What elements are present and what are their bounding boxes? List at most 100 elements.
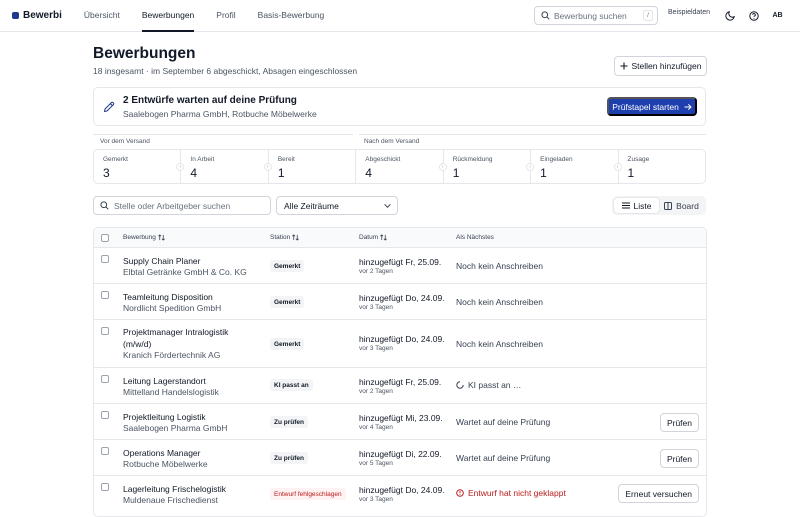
search-icon <box>100 201 109 210</box>
row-checkbox[interactable] <box>101 375 109 383</box>
start-review-button[interactable]: Prüfstapel starten <box>607 97 697 116</box>
row-checkbox[interactable] <box>101 483 109 491</box>
station-badge: Gemerkt <box>270 296 305 308</box>
row-checkbox[interactable] <box>101 327 109 335</box>
job-title[interactable]: Projektleitung Logistik <box>123 411 258 423</box>
table-row[interactable]: Supply Chain Planer Elbtal Getränke GmbH… <box>94 248 706 284</box>
stat-saved[interactable]: Gemerkt 3 › <box>94 150 185 183</box>
stat-value: 4 <box>190 166 198 180</box>
nav-link-profile[interactable]: Profil <box>216 0 235 32</box>
stat-offer[interactable]: Zusage 1 <box>619 150 705 183</box>
loading-spinner-icon <box>456 381 464 389</box>
next-step-text: Entwurf hat nicht geklappt <box>468 488 566 498</box>
table-row[interactable]: Teamleitung Disposition Nordlicht Spedit… <box>94 284 706 320</box>
row-checkbox[interactable] <box>101 291 109 299</box>
next-step: Noch kein Anschreiben <box>456 297 543 307</box>
station-badge: KI passt an <box>270 379 313 391</box>
next-step: Wartet auf deine Prüfung <box>456 453 550 463</box>
chevron-right-icon: › <box>438 163 447 171</box>
job-title[interactable]: Lagerleitung Frischelogistik <box>123 483 258 495</box>
column-header-date[interactable]: Datum <box>359 234 387 241</box>
sort-icon <box>292 234 300 241</box>
added-date: hinzugefügt Do, 24.09. <box>359 334 445 344</box>
stat-value: 1 <box>540 166 547 180</box>
list-icon <box>621 202 630 209</box>
logo[interactable]: Bewerbi <box>12 10 62 21</box>
added-ago: vor 3 Tagen <box>359 304 393 311</box>
stat-in-progress[interactable]: In Arbeit 4 › <box>181 150 272 183</box>
chevron-down-icon <box>384 203 391 209</box>
applications-table: Bewerbung Station Datum Als Nächstes Sup… <box>93 227 707 517</box>
sample-data-button[interactable]: Beispieldaten <box>668 9 710 16</box>
added-ago: vor 3 Tagen <box>359 345 393 352</box>
view-list-option[interactable]: Liste <box>614 198 659 213</box>
column-header-job[interactable]: Bewerbung <box>123 234 165 241</box>
table-header: Bewerbung Station Datum Als Nächstes <box>94 228 706 248</box>
added-date: hinzugefügt Do, 24.09. <box>359 485 445 495</box>
job-title[interactable]: Teamleitung Disposition <box>123 291 258 303</box>
column-header-job-label: Bewerbung <box>123 234 156 241</box>
added-ago: vor 2 Tagen <box>359 388 393 395</box>
table-row[interactable]: Projektmanager Intralogistik (m/w/d) Kra… <box>94 320 706 368</box>
row-checkbox[interactable] <box>101 447 109 455</box>
stat-ready[interactable]: Bereit 1 <box>269 150 357 183</box>
arrow-right-icon <box>684 103 692 110</box>
next-step: Noch kein Anschreiben <box>456 261 543 271</box>
logo-text: Bewerbi <box>23 10 62 21</box>
table-row[interactable]: Operations Manager Rotbuche Möbelwerke Z… <box>94 440 706 476</box>
added-ago: vor 2 Tagen <box>359 268 393 275</box>
added-date: hinzugefügt Fr, 25.09. <box>359 257 442 267</box>
help-icon[interactable] <box>747 9 760 22</box>
next-step-text: Noch kein Anschreiben <box>456 261 543 271</box>
nav-link-applications[interactable]: Bewerbungen <box>141 0 195 32</box>
sort-icon <box>158 234 165 241</box>
station-badge: Zu prüfen <box>270 416 308 428</box>
nav-link-base-application[interactable]: Basis-Bewerbung <box>258 0 325 32</box>
stat-label: Bereit <box>277 156 295 163</box>
job-title[interactable]: Leitung Lagerstandort <box>123 375 258 387</box>
group-divider-after <box>359 134 706 135</box>
nav-link-overview[interactable]: Übersicht <box>84 0 120 32</box>
table-row[interactable]: Leitung Lagerstandort Mittelland Handels… <box>94 368 706 404</box>
row-checkbox[interactable] <box>101 411 109 419</box>
stat-invited[interactable]: Eingeladen 1 › <box>531 150 622 183</box>
period-select[interactable]: Alle Zeiträume <box>276 196 398 215</box>
table-row[interactable]: Projektleitung Logistik Saalebogen Pharm… <box>94 404 706 440</box>
group-label-after: Nach dem Versand <box>364 138 420 145</box>
company-name: Kranich Fördertechnik AG <box>123 350 221 360</box>
added-date: hinzugefügt Mi, 23.09. <box>359 413 443 423</box>
stat-label: Gemerkt <box>103 156 128 163</box>
next-step-text: Noch kein Anschreiben <box>456 339 543 349</box>
added-ago: vor 4 Tagen <box>359 424 393 431</box>
next-step-text: Wartet auf deine Prüfung <box>456 417 551 427</box>
station-badge: Gemerkt <box>270 260 305 272</box>
stat-response[interactable]: Rückmeldung 1 › <box>444 150 535 183</box>
column-header-station[interactable]: Station <box>270 234 300 241</box>
job-title[interactable]: Projektmanager Intralogistik (m/w/d) <box>123 326 258 350</box>
theme-toggle-moon-icon[interactable] <box>723 9 736 22</box>
plus-icon <box>620 62 628 70</box>
select-all-checkbox[interactable] <box>101 234 109 242</box>
job-search-input[interactable]: Stelle oder Arbeitgeber suchen <box>93 196 271 215</box>
job-title[interactable]: Operations Manager <box>123 447 258 459</box>
column-header-station-label: Station <box>270 234 291 241</box>
retry-button[interactable]: Erneut versuchen <box>618 484 699 503</box>
company-name: Saalebogen Pharma GmbH <box>123 423 228 433</box>
view-board-option[interactable]: Board <box>659 198 704 213</box>
stat-sent[interactable]: Abgeschickt 4 › <box>356 150 447 183</box>
page-subtitle: 18 insgesamt · im September 6 abgeschick… <box>93 66 358 76</box>
review-button[interactable]: Prüfen <box>659 413 699 432</box>
row-checkbox[interactable] <box>101 255 109 263</box>
stat-label: Rückmeldung <box>452 156 493 163</box>
company-name: Elbtal Getränke GmbH & Co. KG <box>123 267 247 277</box>
table-row[interactable]: Lagerleitung Frischelogistik Muldenaue F… <box>94 476 706 516</box>
global-search-input[interactable]: Bewerbung suchen / <box>534 6 658 25</box>
review-button[interactable]: Prüfen <box>659 449 699 468</box>
user-avatar[interactable]: AB <box>769 7 786 24</box>
chevron-right-icon: › <box>613 163 622 171</box>
add-positions-button[interactable]: Stellen hinzufügen <box>614 56 707 76</box>
page-title: Bewerbungen <box>93 45 196 62</box>
column-header-next: Als Nächstes <box>456 234 494 241</box>
job-title[interactable]: Supply Chain Planer <box>123 255 258 267</box>
added-date: hinzugefügt Fr, 25.09. <box>359 377 442 387</box>
